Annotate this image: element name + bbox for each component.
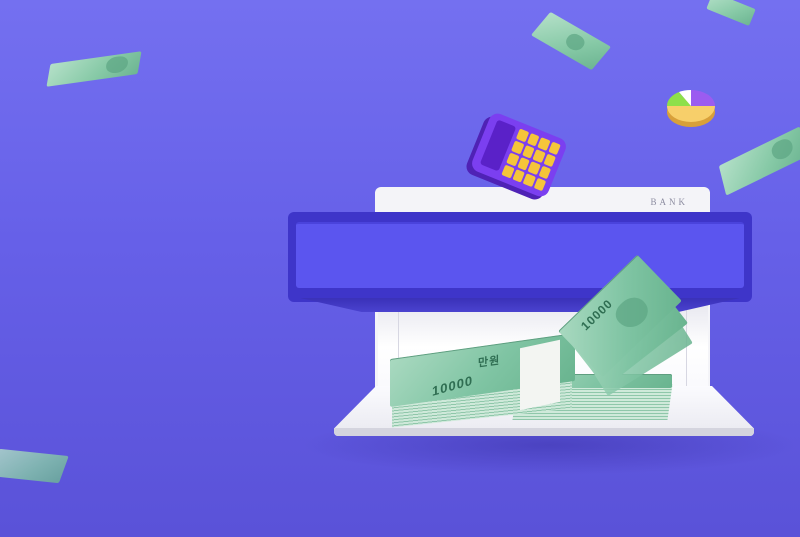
bank-label: BANK	[650, 197, 688, 207]
banknote-icon	[718, 126, 800, 196]
slot-inner-panel	[296, 222, 744, 288]
bill-denomination: 10000	[432, 372, 474, 399]
illustration-scene: BANK 10000 만원 10000	[0, 0, 800, 537]
bill-unit: 만원	[478, 354, 501, 370]
banknote-icon	[0, 448, 69, 484]
bill-portrait	[104, 54, 130, 75]
bill-portrait	[562, 31, 589, 53]
banknote-icon	[530, 11, 612, 71]
banknote-icon	[46, 51, 142, 87]
banknote-icon	[706, 0, 756, 26]
money-band	[520, 339, 560, 411]
cash-tray-edge	[334, 428, 754, 436]
calculator-icon	[469, 110, 569, 200]
bank-machine-slot	[288, 212, 752, 302]
pie-chart-icon	[666, 89, 715, 127]
bill-portrait	[770, 135, 795, 164]
bill-portrait	[610, 291, 654, 334]
